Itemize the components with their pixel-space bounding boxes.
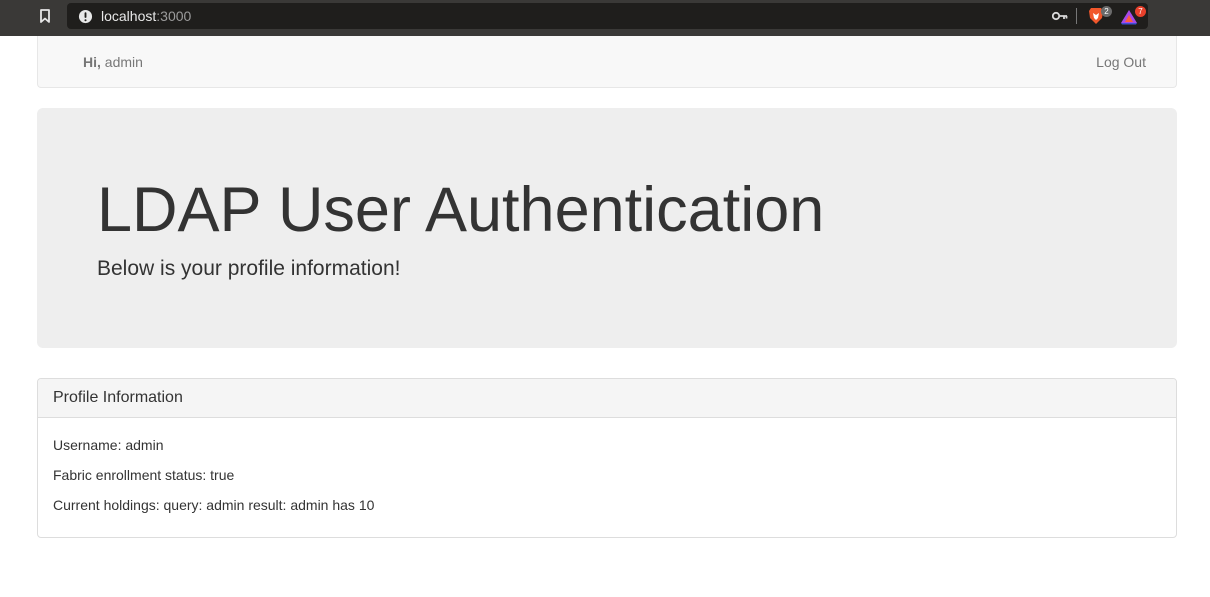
url-port: :3000: [156, 8, 192, 24]
profile-panel-body: Username: admin Fabric enrollment status…: [38, 418, 1176, 515]
address-bar[interactable]: localhost:3000 2 7: [67, 3, 1148, 29]
greeting-prefix: Hi,: [83, 54, 101, 70]
page-subtitle: Below is your profile information!: [97, 257, 401, 280]
bookmark-icon: [40, 9, 50, 23]
bookmark-button[interactable]: [36, 7, 54, 25]
hero-banner: LDAP User Authentication Below is your p…: [37, 108, 1177, 348]
profile-username: Username: admin: [53, 437, 164, 453]
profile-panel: Profile Information Username: admin Fabr…: [37, 378, 1177, 538]
brave-rewards-button[interactable]: 7: [1118, 6, 1146, 26]
rewards-count-badge: 7: [1135, 6, 1146, 17]
user-greeting: Hi, admin: [83, 54, 143, 70]
url-divider: [1076, 8, 1077, 24]
profile-panel-heading: Profile Information: [38, 379, 1176, 418]
brave-shields-button[interactable]: 2: [1086, 6, 1112, 26]
site-info-icon[interactable]: [77, 8, 93, 24]
shields-count-badge: 2: [1101, 6, 1112, 17]
page-title: LDAP User Authentication: [97, 175, 825, 245]
greeting-username: admin: [104, 54, 143, 70]
url-text[interactable]: localhost:3000: [101, 8, 191, 24]
url-host: localhost: [101, 8, 157, 24]
profile-current-holdings: Current holdings: query: admin result: a…: [53, 497, 375, 513]
browser-toolbar: localhost:3000 2 7: [0, 0, 1210, 36]
top-navbar: Hi, admin Log Out: [37, 36, 1177, 88]
logout-link[interactable]: Log Out: [1096, 54, 1146, 70]
key-icon[interactable]: [1052, 8, 1068, 24]
profile-panel-title: Profile Information: [53, 389, 183, 406]
profile-enrollment-status: Fabric enrollment status: true: [53, 467, 235, 483]
